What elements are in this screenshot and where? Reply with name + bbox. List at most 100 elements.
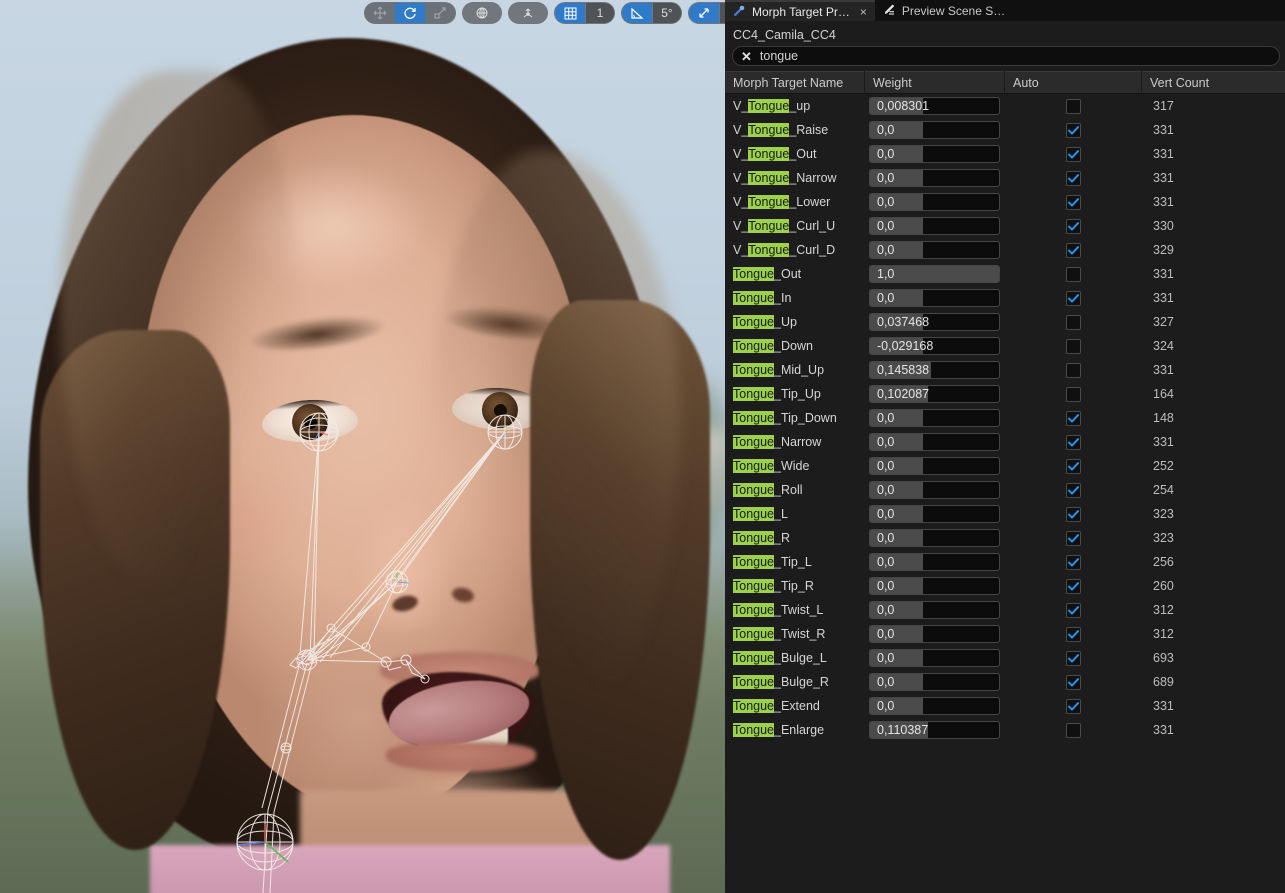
table-row[interactable]: Tongue _R 0,0 323 — [725, 526, 1285, 550]
weight-cell[interactable]: 0,0 — [865, 142, 1005, 166]
table-row[interactable]: Tongue _Tip_L 0,0 256 — [725, 550, 1285, 574]
weight-slider[interactable]: 0,0 — [869, 433, 1000, 451]
weight-slider[interactable]: 0,0 — [869, 409, 1000, 427]
auto-cell[interactable] — [1005, 142, 1142, 166]
3d-viewport[interactable]: 1 5° 0,25 — [0, 0, 725, 893]
weight-cell[interactable]: 0,102087 — [865, 382, 1005, 406]
weight-slider[interactable]: 0,0 — [869, 289, 1000, 307]
table-row[interactable]: Tongue _Mid_Up 0,145838 331 — [725, 358, 1285, 382]
morph-target-name-cell[interactable]: V_ Tongue _Curl_D — [725, 238, 865, 262]
table-row[interactable]: Tongue _Enlarge 0,110387 331 — [725, 718, 1285, 742]
checkbox-checked[interactable] — [1066, 530, 1081, 546]
weight-cell[interactable]: 0,145838 — [865, 358, 1005, 382]
table-row[interactable]: V_ Tongue _up 0,008301 317 — [725, 94, 1285, 118]
weight-slider[interactable]: 0,102087 — [869, 385, 1000, 403]
auto-cell[interactable] — [1005, 574, 1142, 598]
search-input-value[interactable]: tongue — [760, 49, 798, 63]
morph-target-name-cell[interactable]: Tongue _Enlarge — [725, 718, 865, 742]
morph-target-name-cell[interactable]: Tongue _Bulge_R — [725, 670, 865, 694]
morph-target-name-cell[interactable]: V_ Tongue _Narrow — [725, 166, 865, 190]
weight-slider[interactable]: 0,0 — [869, 625, 1000, 643]
table-row[interactable]: V_ Tongue _Curl_D 0,0 329 — [725, 238, 1285, 262]
rotate-icon[interactable] — [395, 3, 425, 23]
weight-cell[interactable]: 1,0 — [865, 262, 1005, 286]
angle-snap-value[interactable]: 5° — [653, 3, 681, 23]
scale-snap-icon[interactable] — [689, 3, 719, 23]
weight-slider[interactable]: 0,0 — [869, 649, 1000, 667]
checkbox-unchecked[interactable] — [1066, 362, 1081, 378]
auto-cell[interactable] — [1005, 526, 1142, 550]
table-row[interactable]: V_ Tongue _Lower 0,0 331 — [725, 190, 1285, 214]
checkbox-unchecked[interactable] — [1066, 386, 1081, 402]
weight-slider[interactable]: 0,0 — [869, 505, 1000, 523]
auto-cell[interactable] — [1005, 718, 1142, 742]
morph-target-name-cell[interactable]: V_ Tongue _up — [725, 94, 865, 118]
table-row[interactable]: Tongue _Tip_Up 0,102087 164 — [725, 382, 1285, 406]
table-row[interactable]: V_ Tongue _Narrow 0,0 331 — [725, 166, 1285, 190]
weight-slider[interactable]: 0,145838 — [869, 361, 1000, 379]
angle-icon[interactable] — [622, 3, 652, 23]
weight-slider[interactable]: 1,0 — [869, 265, 1000, 283]
morph-target-name-cell[interactable]: Tongue _Down — [725, 334, 865, 358]
morph-target-name-cell[interactable]: Tongue _R — [725, 526, 865, 550]
weight-slider[interactable]: 0,0 — [869, 217, 1000, 235]
column-header-weight[interactable]: Weight — [865, 71, 1005, 94]
auto-cell[interactable] — [1005, 382, 1142, 406]
morph-target-name-cell[interactable]: Tongue _Wide — [725, 454, 865, 478]
panel-tab-bar[interactable]: Morph Target Pr… × Preview Scene S… — [725, 0, 1285, 21]
checkbox-unchecked[interactable] — [1066, 98, 1081, 114]
weight-slider[interactable]: 0,0 — [869, 481, 1000, 499]
morph-target-name-cell[interactable]: Tongue _Mid_Up — [725, 358, 865, 382]
local-space-toggle[interactable] — [508, 2, 548, 24]
column-header-morph-target-name[interactable]: Morph Target Name — [725, 71, 865, 94]
checkbox-checked[interactable] — [1066, 242, 1081, 258]
morph-target-name-cell[interactable]: Tongue _Out — [725, 262, 865, 286]
table-row[interactable]: Tongue _L 0,0 323 — [725, 502, 1285, 526]
morph-target-name-cell[interactable]: Tongue _Roll — [725, 478, 865, 502]
auto-cell[interactable] — [1005, 550, 1142, 574]
auto-cell[interactable] — [1005, 454, 1142, 478]
auto-cell[interactable] — [1005, 286, 1142, 310]
checkbox-checked[interactable] — [1066, 674, 1081, 690]
checkbox-checked[interactable] — [1066, 170, 1081, 186]
weight-slider[interactable]: -0,029168 — [869, 337, 1000, 355]
morph-target-name-cell[interactable]: Tongue _In — [725, 286, 865, 310]
auto-cell[interactable] — [1005, 598, 1142, 622]
weight-cell[interactable]: 0,0 — [865, 574, 1005, 598]
checkbox-checked[interactable] — [1066, 218, 1081, 234]
transform-tool-group[interactable] — [364, 2, 456, 24]
weight-slider[interactable]: 0,110387 — [869, 721, 1000, 739]
morph-target-name-cell[interactable]: Tongue _Bulge_L — [725, 646, 865, 670]
checkbox-checked[interactable] — [1066, 578, 1081, 594]
morph-target-name-cell[interactable]: Tongue _Up — [725, 310, 865, 334]
auto-cell[interactable] — [1005, 646, 1142, 670]
weight-slider[interactable]: 0,0 — [869, 169, 1000, 187]
table-row[interactable]: Tongue _Down -0,029168 324 — [725, 334, 1285, 358]
checkbox-checked[interactable] — [1066, 434, 1081, 450]
morph-target-name-cell[interactable]: Tongue _Narrow — [725, 430, 865, 454]
table-row[interactable]: Tongue _Bulge_L 0,0 693 — [725, 646, 1285, 670]
auto-cell[interactable] — [1005, 406, 1142, 430]
morph-target-name-cell[interactable]: V_ Tongue _Out — [725, 142, 865, 166]
weight-slider[interactable]: 0,0 — [869, 529, 1000, 547]
weight-cell[interactable]: 0,0 — [865, 478, 1005, 502]
checkbox-unchecked[interactable] — [1066, 266, 1081, 282]
weight-slider[interactable]: 0,0 — [869, 601, 1000, 619]
weight-cell[interactable]: 0,0 — [865, 166, 1005, 190]
auto-cell[interactable] — [1005, 694, 1142, 718]
checkbox-checked[interactable] — [1066, 458, 1081, 474]
weight-cell[interactable]: 0,0 — [865, 598, 1005, 622]
weight-slider[interactable]: 0,037468 — [869, 313, 1000, 331]
morph-target-list[interactable]: V_ Tongue _up 0,008301 317 V_ Tongue _Raise 0,0 3… — [725, 94, 1285, 893]
morph-target-name-cell[interactable]: Tongue _Tip_L — [725, 550, 865, 574]
checkbox-unchecked[interactable] — [1066, 338, 1081, 354]
weight-cell[interactable]: 0,110387 — [865, 718, 1005, 742]
weight-slider[interactable]: 0,0 — [869, 145, 1000, 163]
table-row[interactable]: Tongue _Twist_L 0,0 312 — [725, 598, 1285, 622]
morph-target-name-cell[interactable]: Tongue _L — [725, 502, 865, 526]
tab-preview-scene-settings[interactable]: Preview Scene S… — [874, 0, 1014, 21]
morph-target-name-cell[interactable]: Tongue _Tip_Up — [725, 382, 865, 406]
morph-target-name-cell[interactable]: Tongue _Tip_Down — [725, 406, 865, 430]
table-row[interactable]: Tongue _In 0,0 331 — [725, 286, 1285, 310]
auto-cell[interactable] — [1005, 502, 1142, 526]
